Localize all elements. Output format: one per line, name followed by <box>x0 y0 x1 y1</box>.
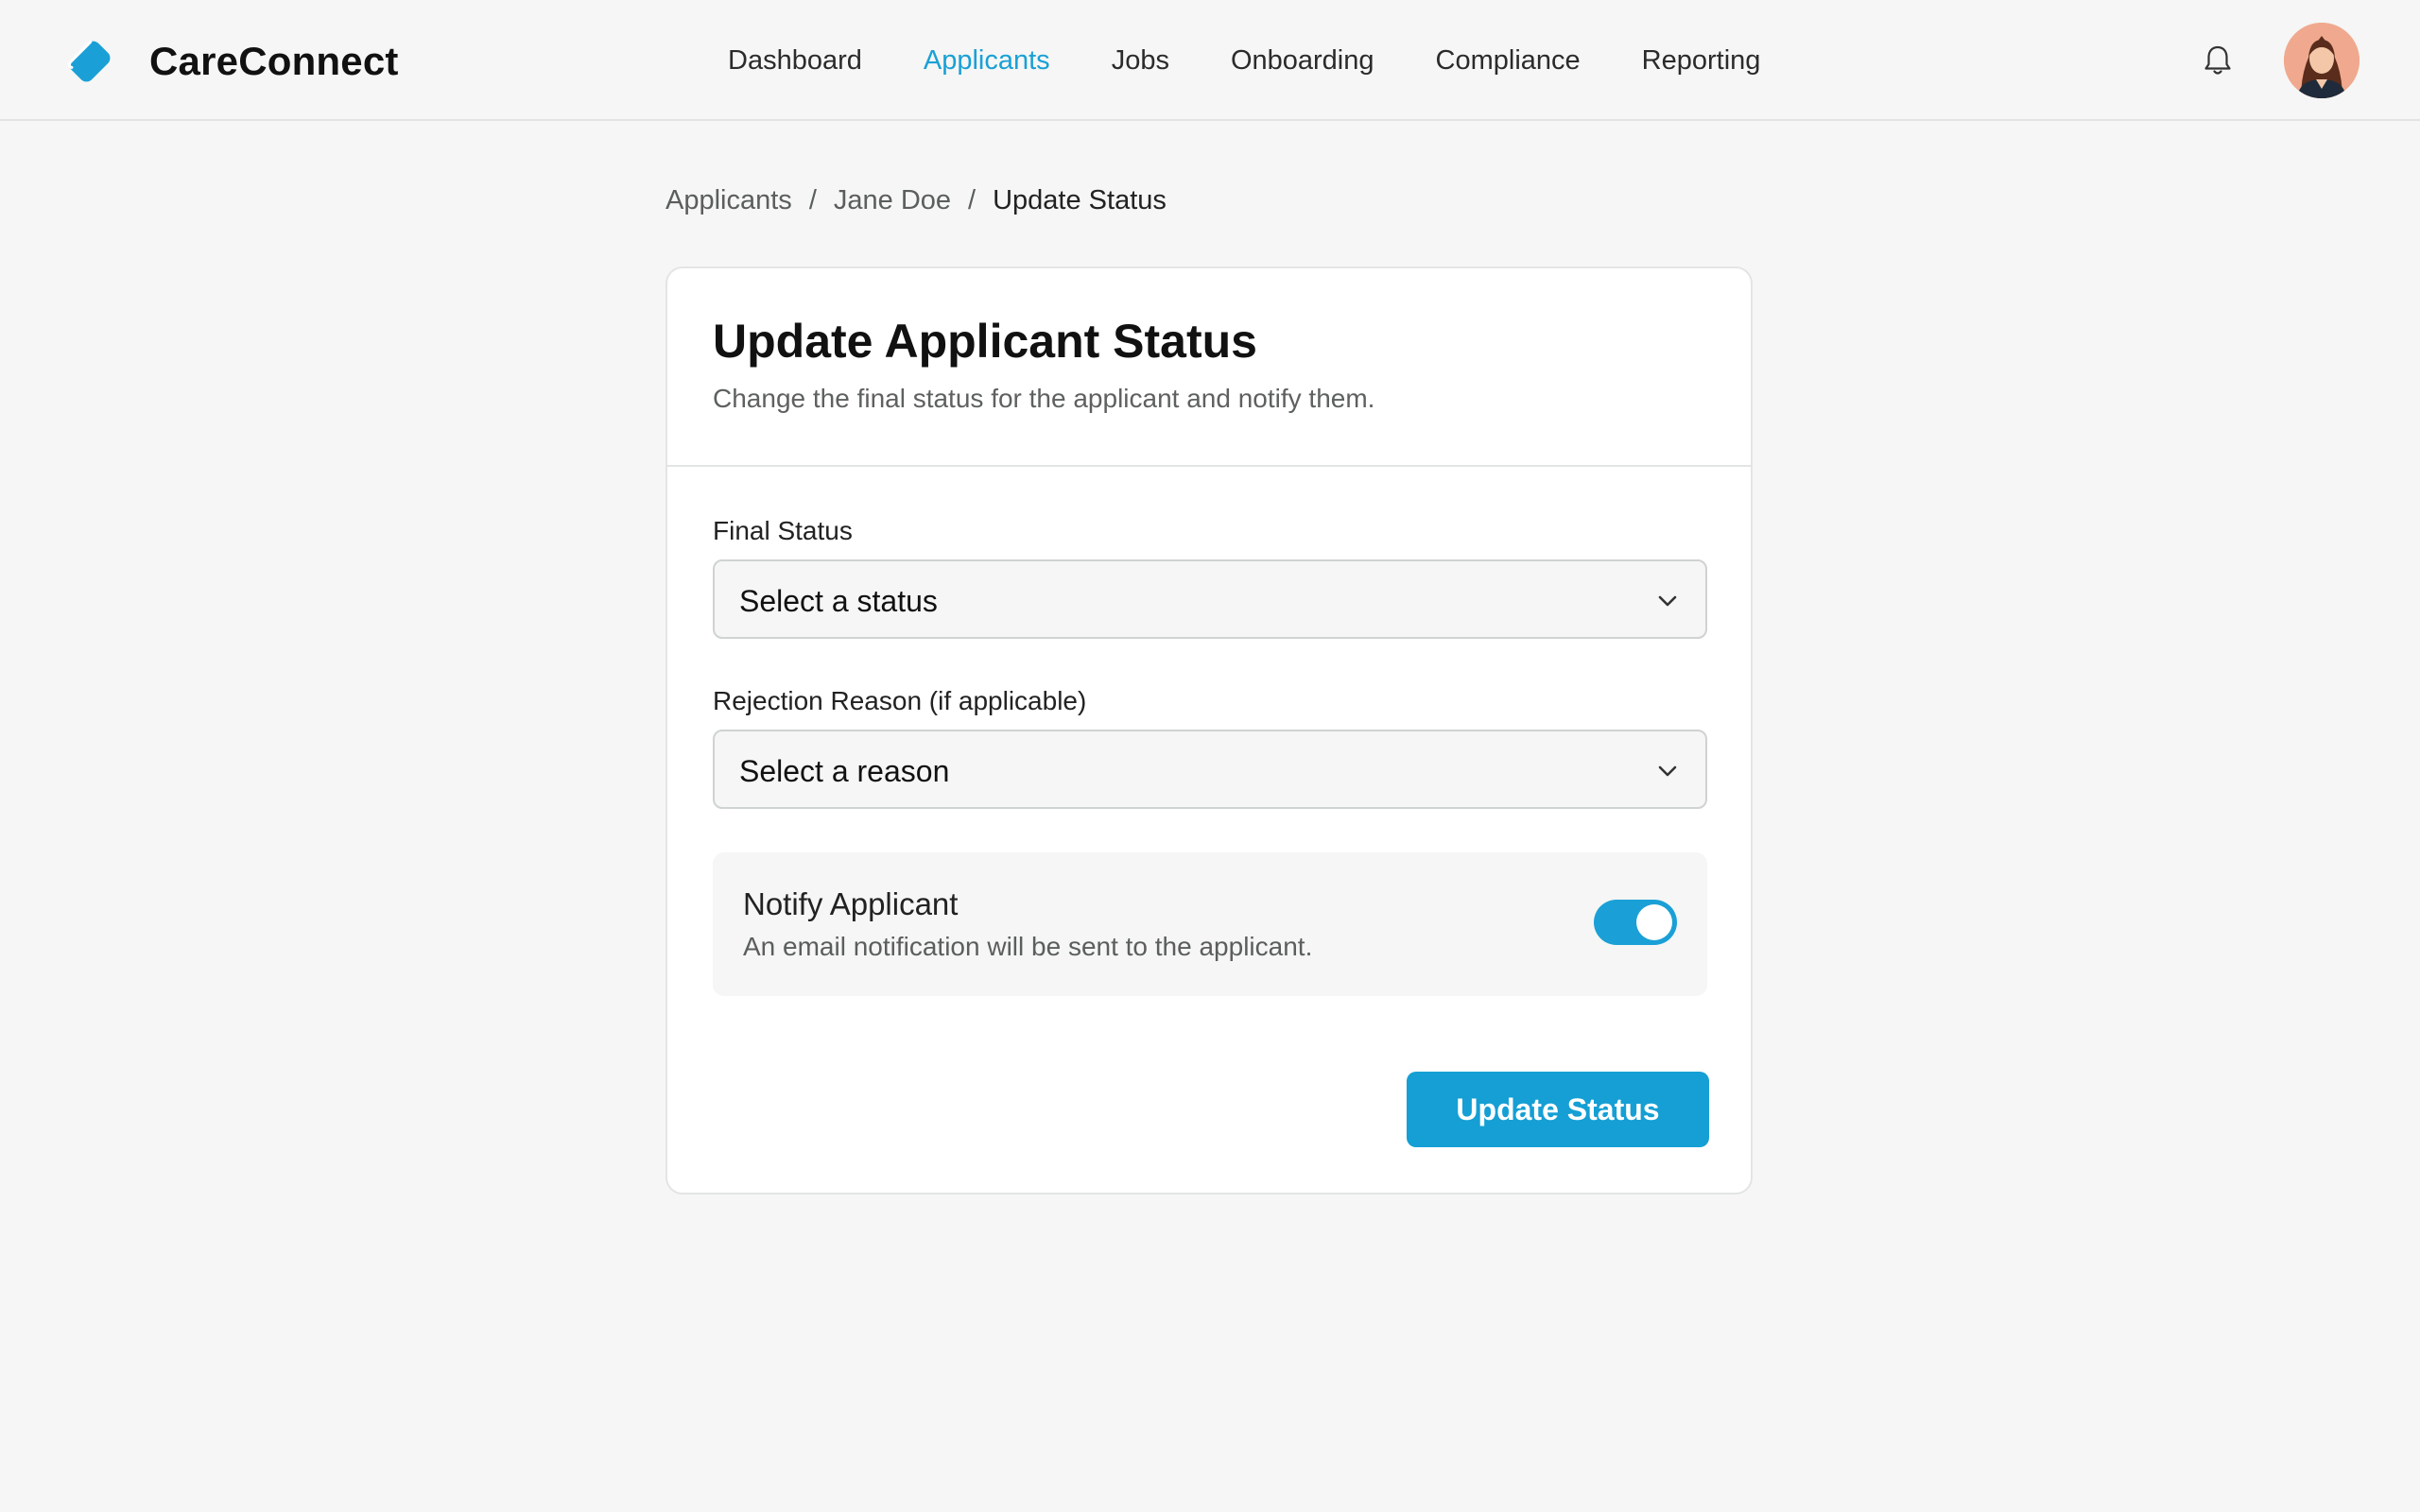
user-avatar[interactable] <box>2284 23 2360 98</box>
notify-applicant-description: An email notification will be sent to th… <box>743 932 1313 961</box>
nav-item-jobs[interactable]: Jobs <box>1112 45 1169 77</box>
notify-applicant-toggle[interactable] <box>1594 900 1677 945</box>
update-status-card: Update Applicant Status Change the final… <box>666 266 1753 1194</box>
avatar-portrait-icon <box>2284 23 2360 98</box>
page-subtitle: Change the final status for the applican… <box>713 384 1375 413</box>
notify-applicant-panel: Notify Applicant An email notification w… <box>713 852 1707 996</box>
top-navigation-bar: CareConnect Dashboard Applicants Jobs On… <box>0 0 2420 121</box>
nav-item-dashboard[interactable]: Dashboard <box>728 45 862 77</box>
breadcrumb-item-applicant[interactable]: Jane Doe <box>834 185 951 216</box>
breadcrumb-item-applicants[interactable]: Applicants <box>666 185 792 216</box>
breadcrumb: Applicants / Jane Doe / Update Status <box>666 185 1167 216</box>
notify-applicant-title: Notify Applicant <box>743 886 959 921</box>
rejection-reason-value: Select a reason <box>739 754 950 788</box>
page-title: Update Applicant Status <box>713 315 1257 368</box>
final-status-value: Select a status <box>739 584 938 618</box>
brand[interactable]: CareConnect <box>60 32 399 91</box>
rejection-reason-label: Rejection Reason (if applicable) <box>713 686 1087 715</box>
nav-item-compliance[interactable]: Compliance <box>1436 45 1581 77</box>
toggle-knob <box>1636 904 1672 940</box>
final-status-select[interactable]: Select a status <box>713 559 1707 639</box>
main-nav: Dashboard Applicants Jobs Onboarding Com… <box>728 0 1822 121</box>
nav-item-reporting[interactable]: Reporting <box>1642 45 1761 77</box>
breadcrumb-separator: / <box>968 185 977 215</box>
nav-item-onboarding[interactable]: Onboarding <box>1231 45 1374 77</box>
breadcrumb-item-current: Update Status <box>993 185 1167 215</box>
tag-logo-icon <box>67 40 111 82</box>
update-status-button[interactable]: Update Status <box>1407 1072 1709 1147</box>
chevron-down-icon <box>1658 765 1677 777</box>
nav-item-applicants[interactable]: Applicants <box>924 45 1050 77</box>
chevron-down-icon <box>1658 595 1677 607</box>
bell-icon[interactable] <box>2199 42 2237 79</box>
rejection-reason-select[interactable]: Select a reason <box>713 730 1707 809</box>
breadcrumb-separator: / <box>808 185 817 215</box>
final-status-label: Final Status <box>713 516 853 545</box>
app-name: CareConnect <box>149 39 399 83</box>
card-header: Update Applicant Status Change the final… <box>667 268 1751 467</box>
